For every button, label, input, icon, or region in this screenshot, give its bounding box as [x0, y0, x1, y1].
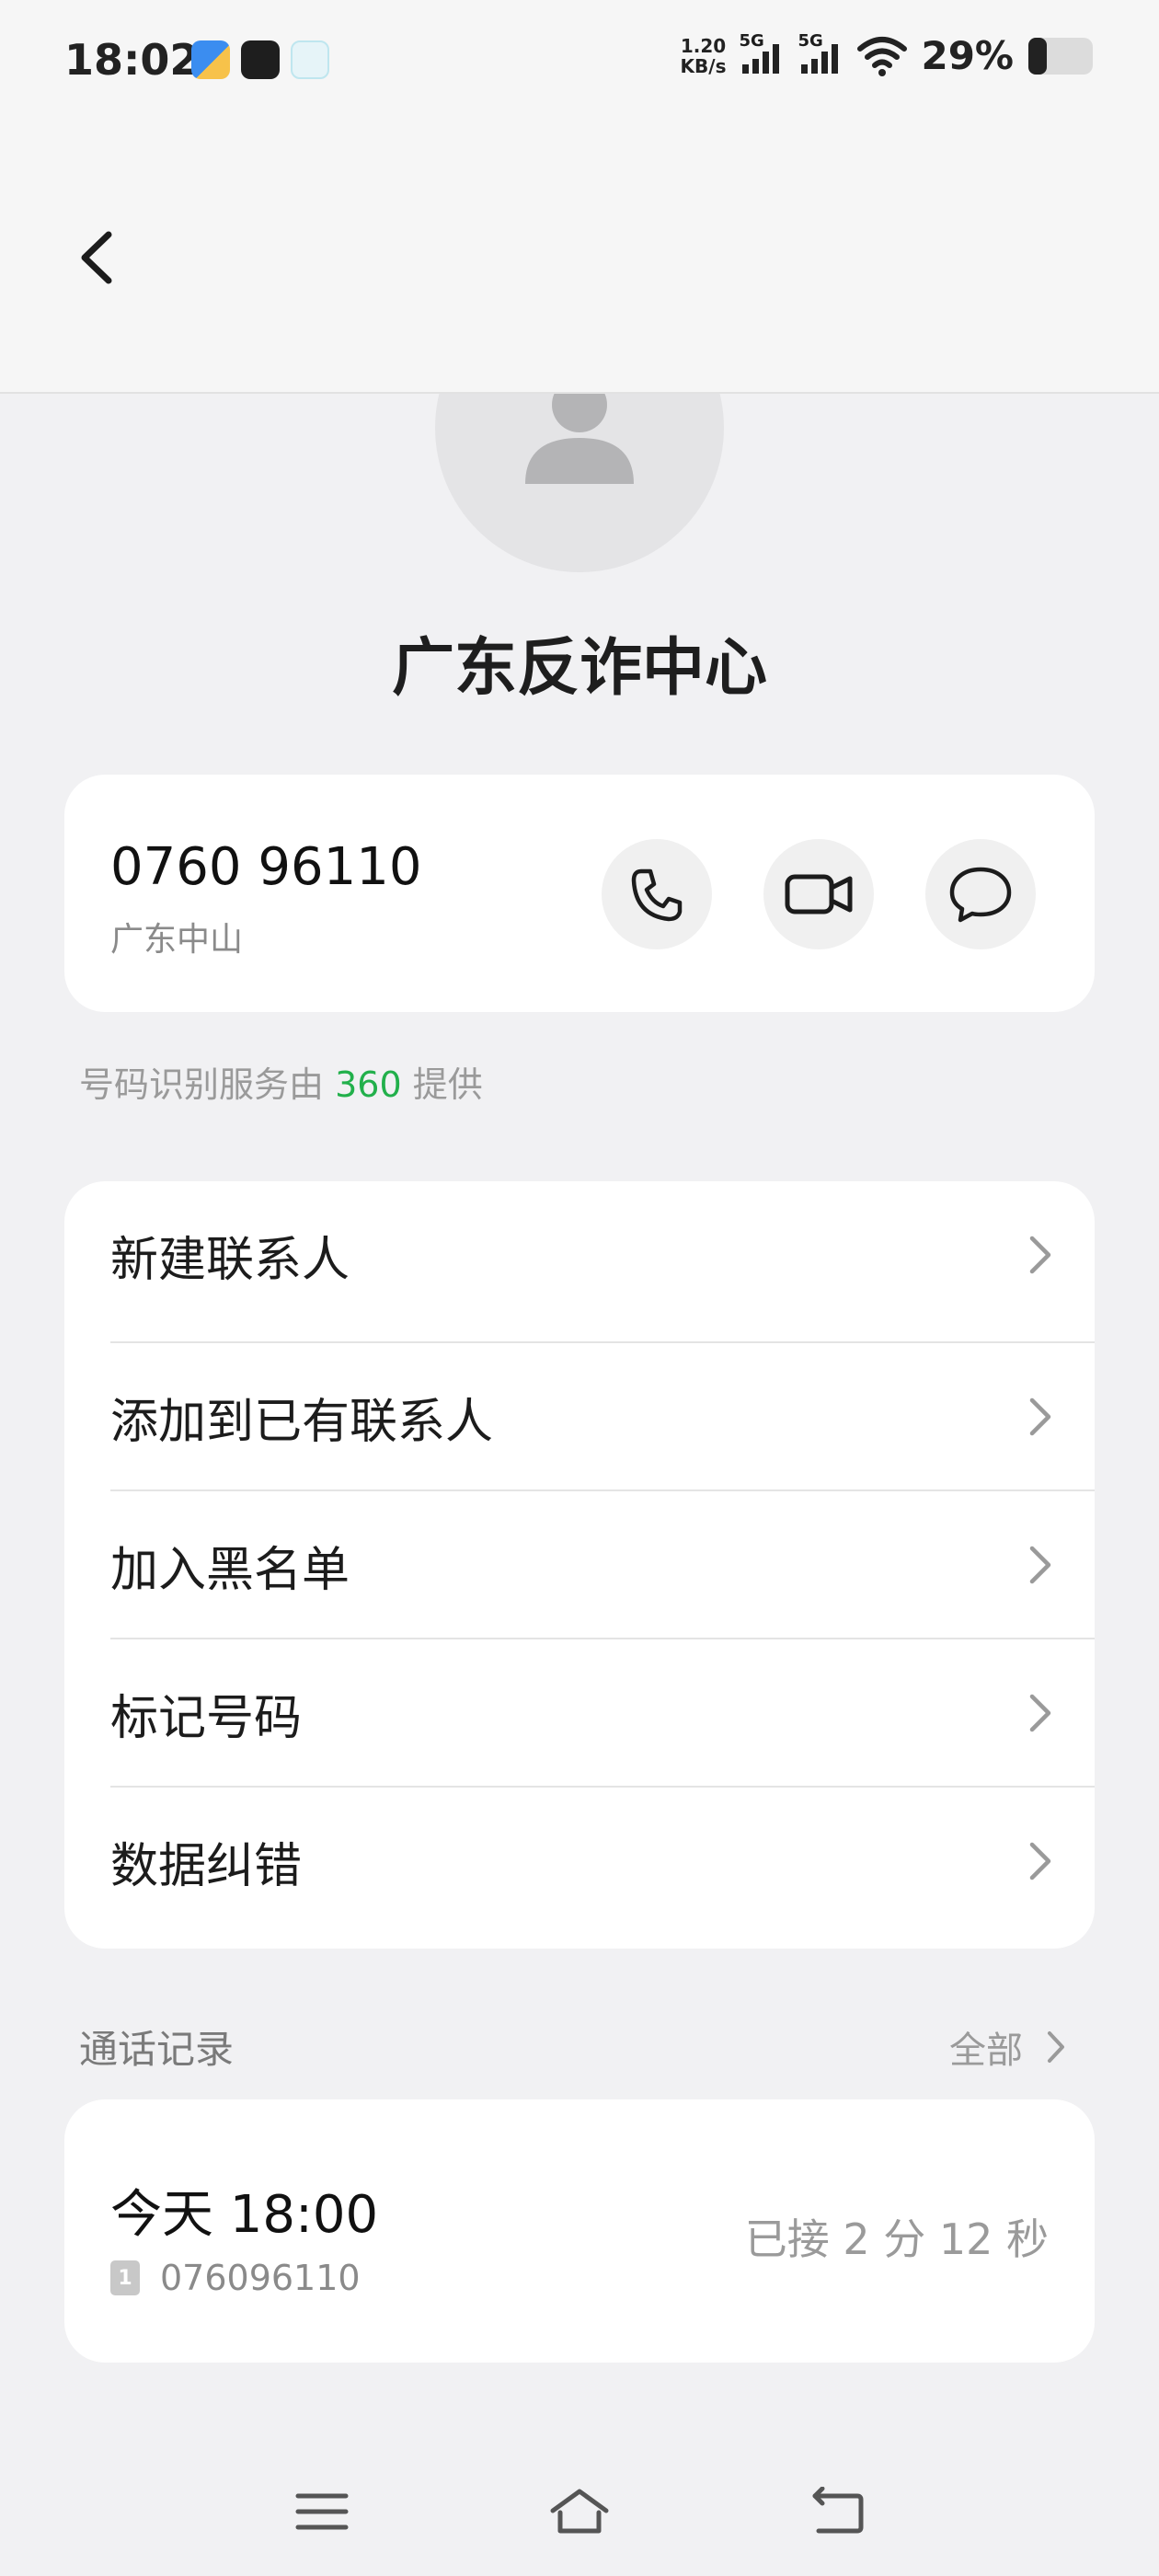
provider-suffix: 提供: [412, 1064, 483, 1105]
top-app-bar: [0, 129, 1159, 394]
chevron-right-icon: [1029, 1236, 1051, 1274]
action-menu-card: 新建联系人 添加到已有联系人 加入黑名单 标记号码 数据纠错: [64, 1181, 1095, 1949]
battery-percent: 29%: [921, 33, 1014, 78]
menu-item-label: 加入黑名单: [110, 1542, 350, 1598]
back-button[interactable]: [64, 225, 129, 290]
speed-value: 1.20: [680, 34, 727, 57]
sim-card-icon: 1: [110, 2260, 140, 2295]
signal-icon: 5G: [798, 31, 843, 77]
phone-number-card: 0760 96110 广东中山: [64, 775, 1095, 1012]
message-bubble-icon: [949, 867, 1012, 923]
phone-icon: [631, 868, 683, 922]
chevron-right-icon: [1029, 1397, 1051, 1436]
menu-item-add-to-existing[interactable]: 添加到已有联系人: [110, 1343, 1095, 1490]
menu-item-label: 新建联系人: [110, 1232, 350, 1288]
speed-unit: KB/s: [680, 54, 727, 77]
chevron-right-icon: [1048, 2031, 1064, 2063]
home-icon: [550, 2489, 609, 2534]
call-log-entry[interactable]: 今天 18:00 1 076096110 已接 2 分 12 秒: [64, 2099, 1095, 2363]
number-provider-note: 号码识别服务由 360 提供: [79, 1056, 483, 1107]
signal-icon: 5G: [739, 31, 785, 77]
menu-item-mark-number[interactable]: 标记号码: [110, 1639, 1095, 1787]
see-all-calls-button[interactable]: 全部: [949, 2020, 1067, 2074]
network-speed: 1.20 KB/s: [681, 36, 727, 76]
menu-item-label: 标记号码: [110, 1690, 303, 1746]
home-nav-button[interactable]: [534, 2466, 625, 2558]
menu-item-label: 数据纠错: [110, 1838, 303, 1894]
chevron-right-icon: [1029, 1842, 1051, 1880]
menu-item-label: 添加到已有联系人: [110, 1394, 494, 1450]
contact-name: 广东反诈中心: [391, 632, 767, 705]
video-call-button[interactable]: [763, 839, 874, 949]
phone-location: 广东中山: [110, 921, 244, 959]
wifi-icon: [857, 36, 908, 76]
video-camera-icon: [785, 874, 853, 914]
menu-icon: [295, 2493, 349, 2530]
files-app-icon: [191, 40, 230, 79]
provider-prefix: 号码识别服务由: [79, 1064, 325, 1105]
back-nav-button[interactable]: [791, 2466, 883, 2558]
back-nav-icon: [812, 2487, 864, 2534]
menu-item-blacklist[interactable]: 加入黑名单: [110, 1491, 1095, 1639]
provider-brand: 360: [335, 1064, 402, 1105]
battery-icon: [1028, 37, 1093, 75]
system-navigation-bar: [0, 2466, 1159, 2558]
message-button[interactable]: [925, 839, 1036, 949]
call-log-title: 通话记录: [79, 2027, 235, 2072]
call-time: 今天 18:00: [110, 2185, 379, 2245]
back-arrow-icon: [81, 231, 112, 284]
phone-number[interactable]: 0760 96110: [110, 837, 421, 897]
status-bar: 18:02 1.20 KB/s 5G 5G 29%: [0, 0, 1159, 129]
call-button[interactable]: [602, 839, 712, 949]
menu-nav-button[interactable]: [276, 2466, 368, 2558]
notification-icons: [191, 40, 329, 79]
chevron-right-icon: [1029, 1546, 1051, 1584]
call-number: 076096110: [160, 2258, 361, 2298]
call-status: 已接 2 分 12 秒: [744, 2214, 1049, 2264]
status-time: 18:02: [64, 35, 200, 85]
see-all-label: 全部: [949, 2030, 1023, 2072]
call-sim-info: 1 076096110: [110, 2258, 361, 2298]
soul-app-icon: [241, 40, 280, 79]
mm-app-icon: [291, 40, 329, 79]
chevron-right-icon: [1029, 1694, 1051, 1732]
menu-item-new-contact[interactable]: 新建联系人: [110, 1181, 1095, 1328]
menu-item-data-correction[interactable]: 数据纠错: [110, 1788, 1095, 1935]
